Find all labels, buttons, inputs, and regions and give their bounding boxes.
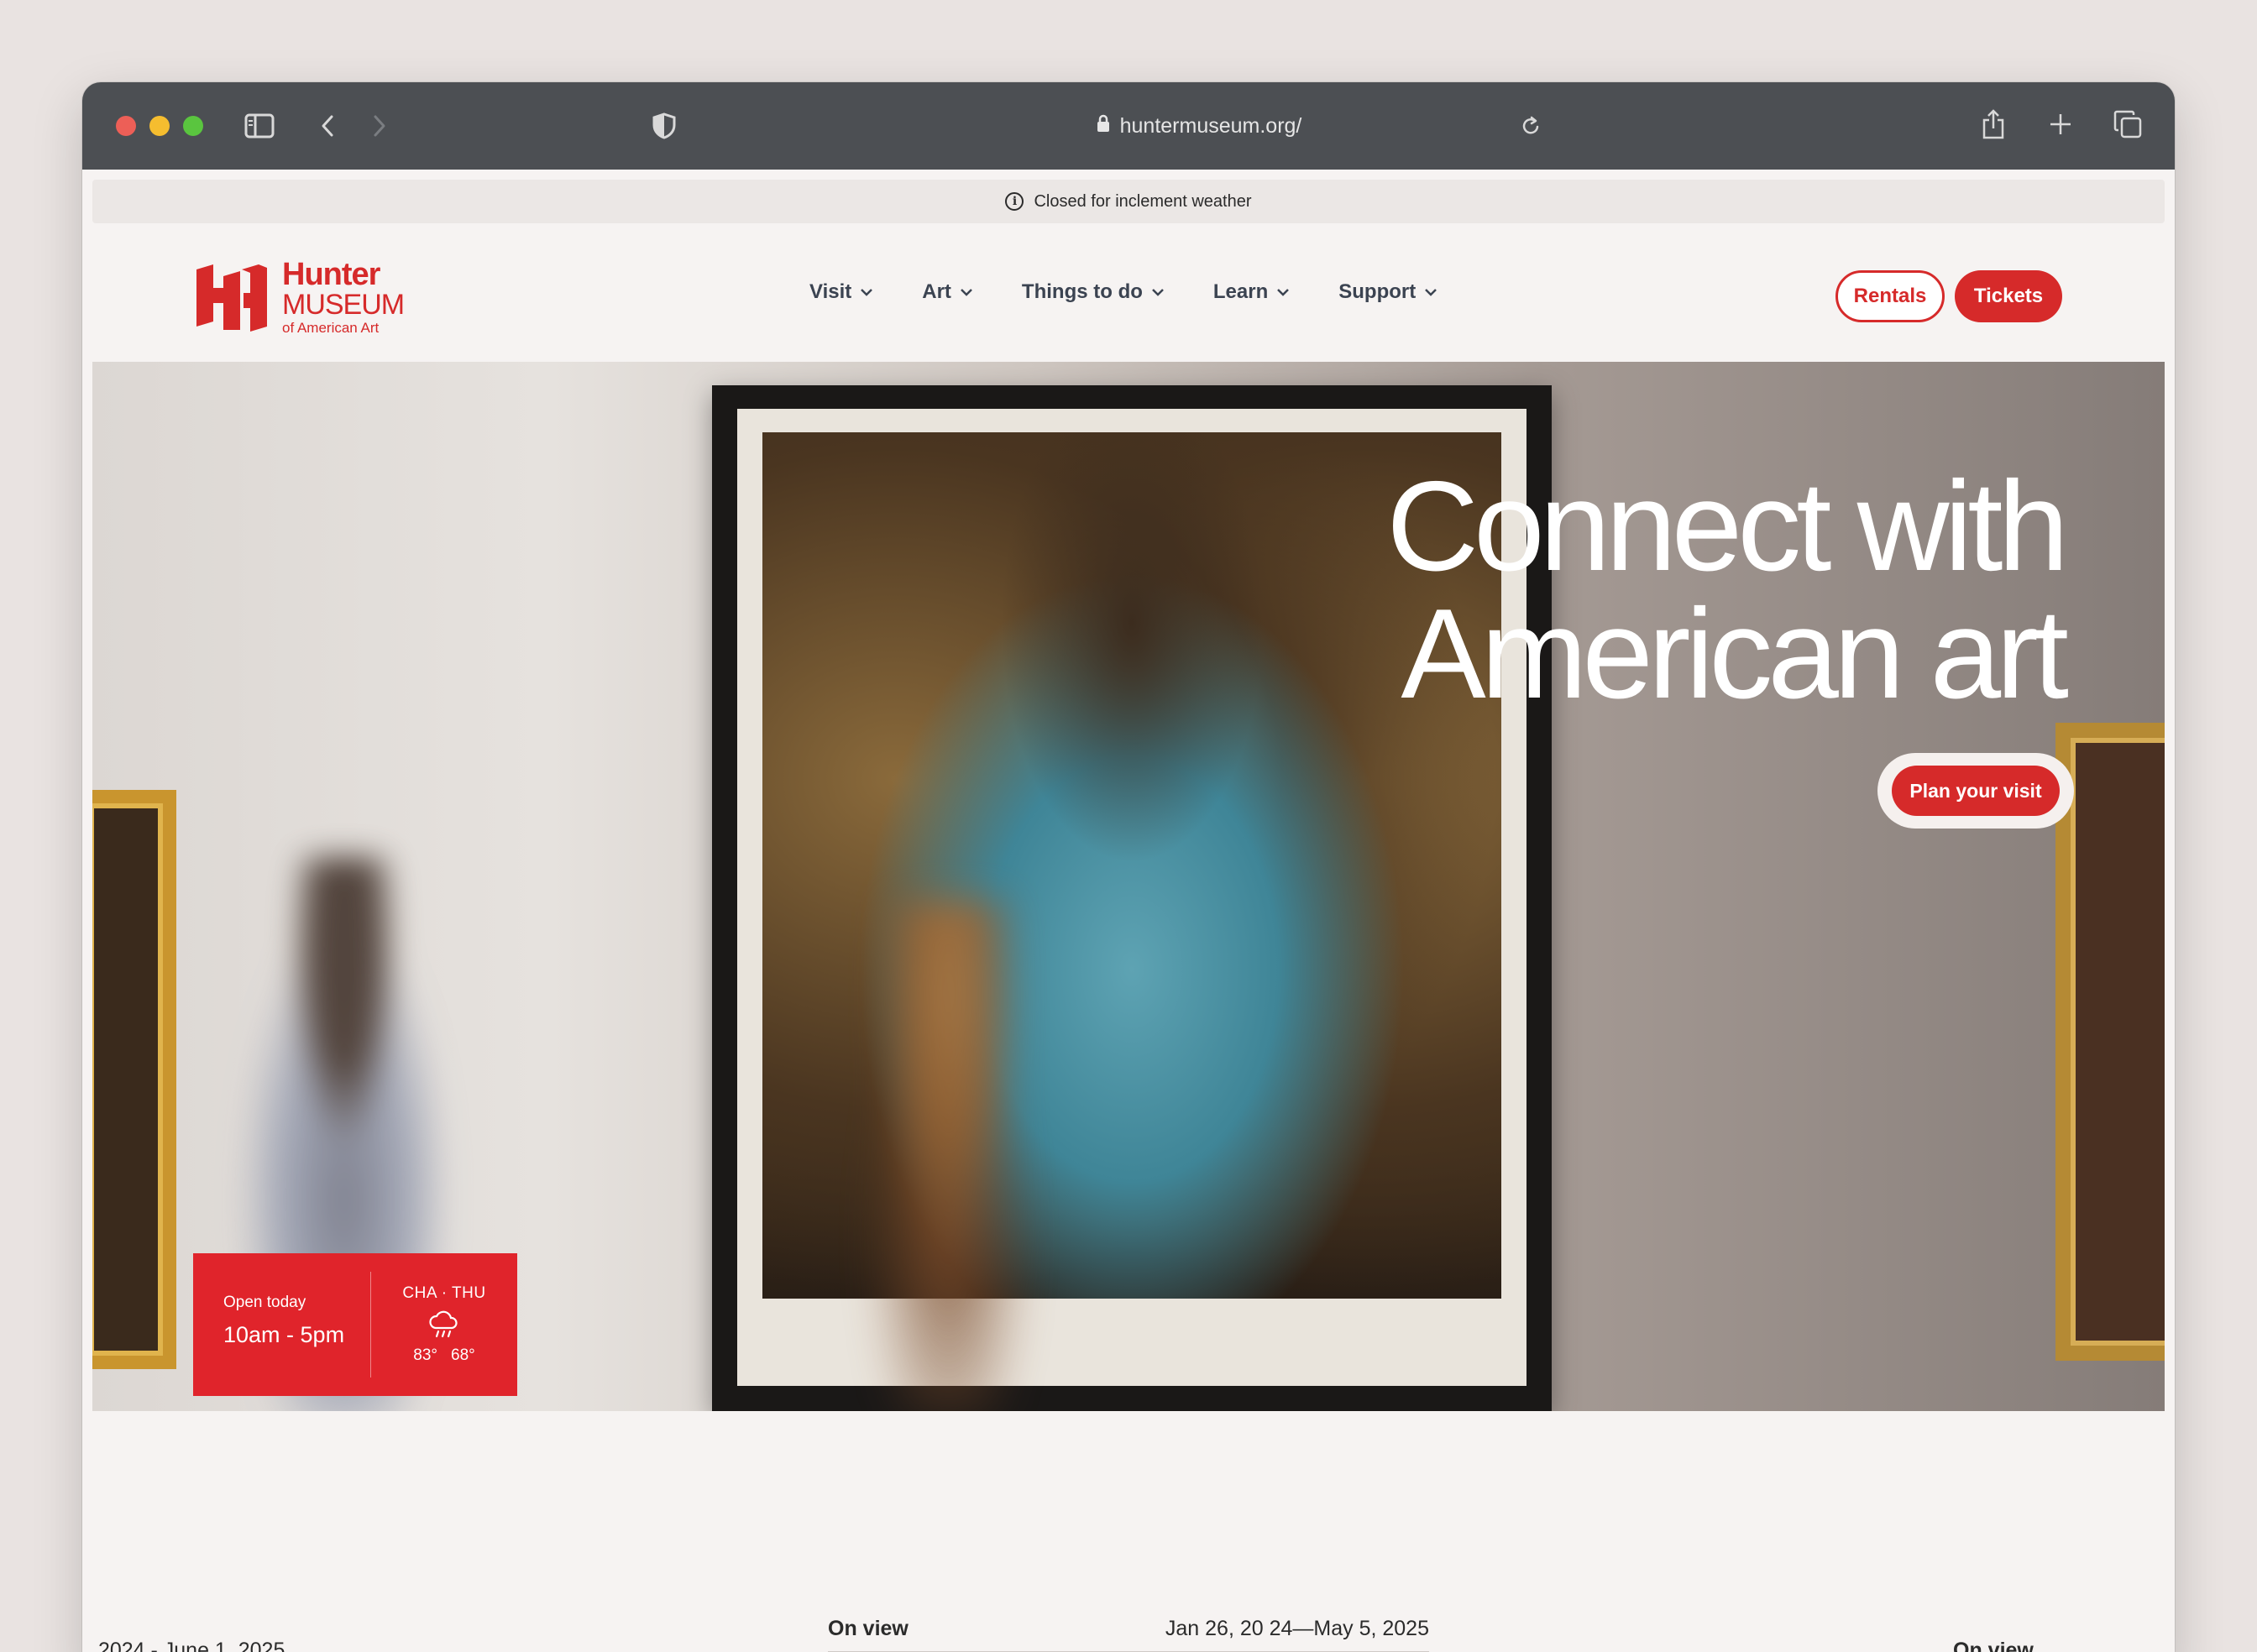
open-today-label: Open today [223,1294,306,1311]
nav-item-visit[interactable]: Visit [809,280,873,304]
plan-visit-button-wrap: Plan your visit [1877,753,2074,829]
exhibition-card-center[interactable]: On view Jan 26, 20 24—May 5, 2025 [828,1617,1429,1652]
weather-alert-banner: i Closed for inclement weather [92,180,2165,223]
reload-icon[interactable] [1518,112,1543,139]
zoom-window-button[interactable] [183,116,203,136]
hero-section: Connect with American art Plan your visi… [92,362,2165,1411]
temp-high: 83° [413,1346,437,1364]
exhibition-status-center: On view [828,1617,909,1640]
rentals-button[interactable]: Rentals [1835,270,1945,322]
logo-wordmark: Hunter MUSEUM of American Art [282,257,405,336]
exhibition-date-center: Jan 26, 20 24—May 5, 2025 [1165,1617,1429,1640]
gallery-frame-left [92,790,176,1369]
temp-low: 68° [451,1346,475,1364]
chevron-down-icon [961,289,972,296]
shield-icon[interactable] [652,111,677,141]
forward-icon[interactable] [369,111,390,141]
temperature-readout: 83° 68° [413,1346,474,1365]
hero-headline: Connect with American art [1386,455,2069,725]
exhibitions-carousel: ,2024 - June 1, 2025 On view Jan 26, 20 … [82,1412,2175,1652]
url-text: huntermuseum.org/ [1119,113,1302,138]
nav-item-art[interactable]: Art [922,280,973,304]
tabs-overview-icon[interactable] [2113,109,2143,139]
chevron-down-icon [1152,289,1164,296]
browser-window: huntermuseum.org/ i Closed for inclement… [82,82,2175,1652]
museum-logo[interactable]: Hunter MUSEUM of American Art [193,257,405,336]
nav-item-things-to-do[interactable]: Things to do [1022,280,1165,304]
new-tab-icon[interactable] [2047,111,2074,138]
nav-label: Things to do [1021,280,1143,303]
hero-headline-line2: American art [1401,583,2069,725]
logo-line-museum: MUSEUM [282,289,405,321]
nav-item-learn[interactable]: Learn [1213,280,1290,304]
info-icon: i [1005,192,1024,211]
chevron-down-icon [1277,289,1290,296]
lock-icon [1097,114,1110,139]
weather-info: CHA · THU 83° 68° [371,1253,517,1396]
sidebar-icon[interactable] [244,111,275,141]
gallery-frame-right [2055,723,2165,1361]
nav-label: Art [922,280,951,303]
logo-line-american-art: of American Art [282,320,380,336]
weather-location-day: CHA · THU [402,1284,486,1302]
chevron-down-icon [861,289,873,296]
visitor-blur-figure [840,899,1058,1411]
back-icon[interactable] [317,111,338,141]
chevron-down-icon [1425,289,1437,296]
hunter-logo-mark-icon [196,264,267,332]
hours-info: Open today 10am - 5pm [193,1272,371,1378]
site-header: Hunter MUSEUM of American Art Visit Art … [82,223,2175,361]
plan-your-visit-button[interactable]: Plan your visit [1892,766,2060,816]
nav-label: Learn [1212,280,1269,303]
tickets-button[interactable]: Tickets [1955,270,2062,322]
hours-value: 10am - 5pm [223,1322,345,1347]
exhibition-date-left: ,2024 - June 1, 2025 [92,1639,302,1652]
share-icon[interactable] [1980,107,2007,141]
browser-toolbar: huntermuseum.org/ [82,82,2175,170]
logo-line-hunter: Hunter [282,257,380,292]
minimize-window-button[interactable] [149,116,170,136]
main-nav: Visit Art Things to do Learn Support [809,223,1437,361]
exhibition-status-right: On view [1953,1639,2163,1652]
hours-weather-card: Open today 10am - 5pm CHA · THU 83° 68° [193,1253,517,1396]
nav-label: Visit [809,280,852,303]
nav-label: Support [1338,280,1417,303]
close-window-button[interactable] [116,116,136,136]
alert-text: Closed for inclement weather [1034,191,1252,211]
hero-headline-line1: Connect with [1386,455,2069,598]
address-bar[interactable]: huntermuseum.org/ [1006,107,1392,144]
rain-cloud-icon [429,1310,458,1338]
nav-item-support[interactable]: Support [1338,280,1437,304]
